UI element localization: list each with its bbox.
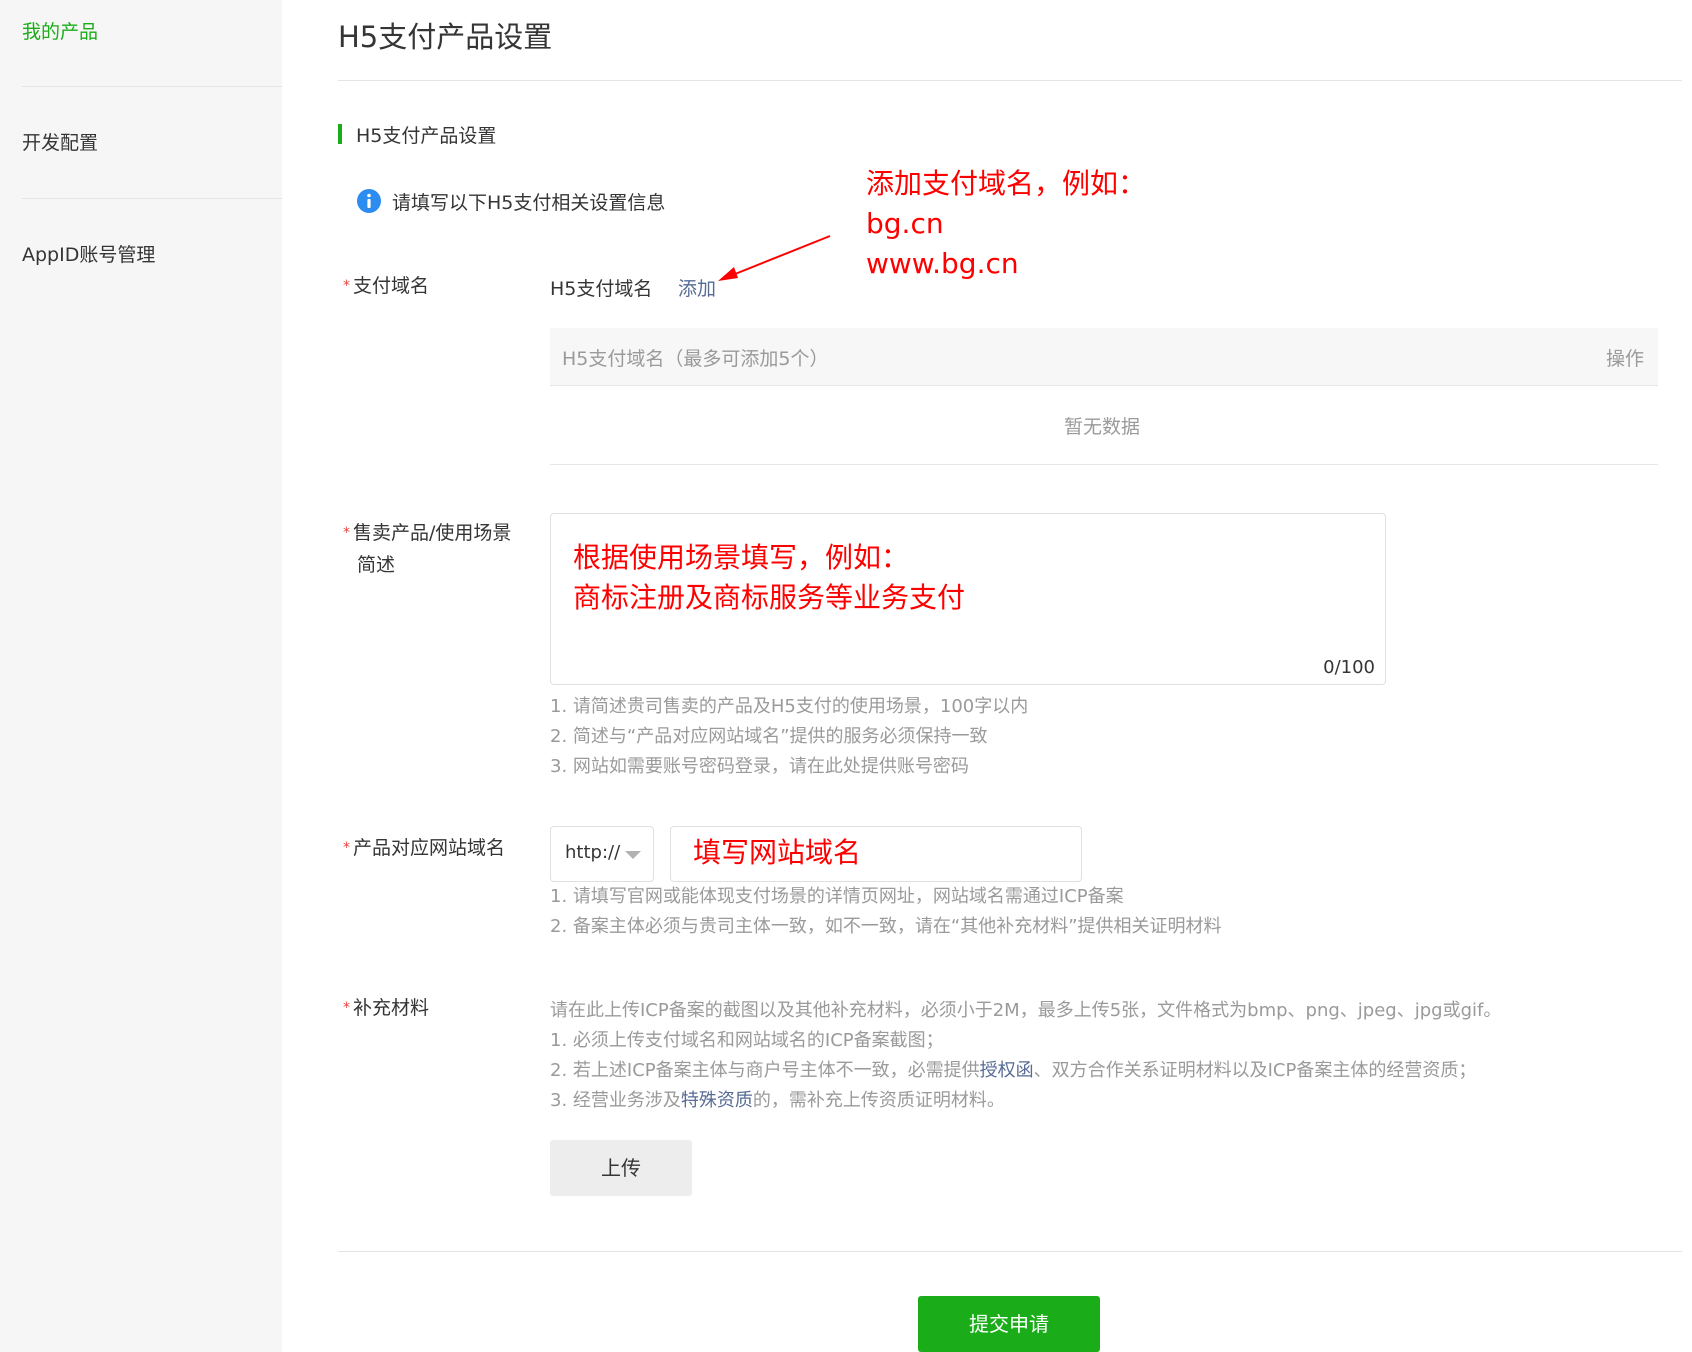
empty-data-text: 暂无数据 <box>1064 416 1141 438</box>
website-hint: 1. 请填写官网或能体现支付场景的详情页网址，网站域名需通过ICP备案 <box>550 886 1124 907</box>
sidebar-divider <box>22 86 282 87</box>
page-title: H5支付产品设置 <box>338 20 553 54</box>
required-star: * <box>343 840 350 856</box>
domain-label: * 支付域名 <box>343 275 430 297</box>
annotation-domain-example: 添加支付域名，例如： bg.cn www.bg.cn <box>866 167 1147 280</box>
domain-column-header: H5支付域名（最多可添加5个） <box>562 348 829 370</box>
sidebar: 我的产品 开发配置 AppID账号管理 <box>0 0 282 1352</box>
title-divider <box>338 80 1682 81</box>
required-star: * <box>343 525 350 541</box>
operation-column-header: 操作 <box>1605 348 1644 370</box>
submit-button[interactable]: 提交申请 <box>918 1296 1100 1352</box>
sidebar-item-my-products[interactable]: 我的产品 <box>22 17 98 44</box>
section-marker <box>338 124 342 144</box>
info-text: 请填写以下H5支付相关设置信息 <box>392 192 666 214</box>
materials-hint: 2. 若上述ICP备案主体与商户号主体不一致，必需提供授权函、双方合作关系证明材… <box>550 1060 1477 1081</box>
add-domain-link[interactable]: 添加 <box>678 274 716 301</box>
website-hint: 2. 备案主体必须与贵司主体一致，如不一致，请在“其他补充材料”提供相关证明材料 <box>550 916 1222 937</box>
required-star: * <box>343 278 350 294</box>
protocol-value: http:// <box>565 842 621 863</box>
sidebar-item-appid-management[interactable]: AppID账号管理 <box>22 240 155 267</box>
required-star: * <box>343 1000 350 1016</box>
footer-divider <box>338 1251 1682 1252</box>
materials-hint: 请在此上传ICP备案的截图以及其他补充材料，必须小于2M，最多上传5张，文件格式… <box>550 1000 1502 1021</box>
protocol-select[interactable]: http:// <box>550 826 654 882</box>
materials-label: * 补充材料 <box>343 997 430 1019</box>
annotation-website-example: 填写网站域名 <box>693 836 862 869</box>
character-counter: 0/100 <box>1323 657 1375 678</box>
website-domain-input[interactable]: 填写网站域名 <box>670 826 1082 882</box>
chevron-down-icon <box>625 851 641 859</box>
website-domain-label: * 产品对应网站域名 <box>343 837 506 859</box>
description-textarea[interactable]: 根据使用场景填写，例如： 商标注册及商标服务等业务支付 0/100 <box>550 513 1386 685</box>
description-hint: 2. 简述与“产品对应网站域名”提供的服务必须保持一致 <box>550 726 988 747</box>
sidebar-divider <box>22 198 282 199</box>
description-hint: 3. 网站如需要账号密码登录，请在此处提供账号密码 <box>550 756 969 777</box>
materials-hint: 1. 必须上传支付域名和网站域名的ICP备案截图； <box>550 1030 944 1051</box>
annotation-arrow <box>718 235 831 281</box>
info-icon <box>357 189 381 213</box>
sidebar-item-dev-config[interactable]: 开发配置 <box>22 128 98 155</box>
description-hint: 1. 请简述贵司售卖的产品及H5支付的使用场景，100字以内 <box>550 696 1029 717</box>
authorization-letter-link[interactable]: 授权函 <box>980 1060 1034 1081</box>
materials-hint: 3. 经营业务涉及特殊资质的，需补充上传资质证明材料。 <box>550 1090 1005 1111</box>
annotation-description-example: 根据使用场景填写，例如： 商标注册及商标服务等业务支付 <box>573 541 966 614</box>
domain-table-header: H5支付域名（最多可添加5个） 操作 <box>550 328 1658 386</box>
section-title: H5支付产品设置 <box>356 125 497 147</box>
table-bottom-border <box>550 464 1658 465</box>
upload-button[interactable]: 上传 <box>550 1140 692 1196</box>
h5-domain-inline-label: H5支付域名 <box>550 278 653 300</box>
special-qualification-link[interactable]: 特殊资质 <box>681 1090 753 1111</box>
description-label: * 售卖产品/使用场景 简述 <box>343 522 512 576</box>
